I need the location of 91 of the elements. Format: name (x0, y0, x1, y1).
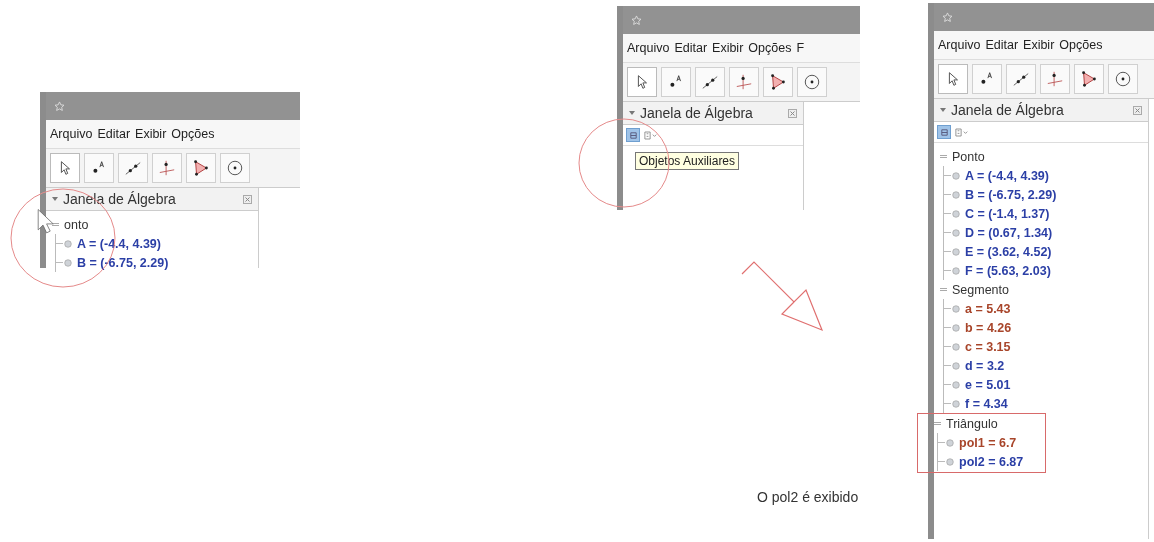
visibility-icon[interactable] (952, 399, 960, 408)
group-label: Ponto (952, 149, 985, 164)
perpendicular-tool-icon[interactable] (729, 67, 759, 97)
view-title: Janela de Álgebra (63, 191, 176, 207)
collapse-icon[interactable] (934, 420, 941, 427)
line-tool-icon[interactable] (695, 67, 725, 97)
visibility-icon[interactable] (952, 361, 960, 370)
menu-item[interactable]: Exibir (1023, 38, 1055, 52)
list-icon (628, 130, 638, 140)
auxiliary-objects-button[interactable] (937, 125, 951, 139)
object-value: A = (-4.4, 4.39) (77, 236, 161, 251)
perpendicular-tool-icon[interactable] (1040, 64, 1070, 94)
menu-item[interactable]: Exibir (135, 127, 167, 141)
menu-item[interactable]: Arquivo (938, 38, 981, 52)
visibility-icon[interactable] (952, 380, 960, 389)
object-value: c = 3.15 (965, 339, 1011, 354)
object-value: b = 4.26 (965, 320, 1012, 335)
line-tool-icon[interactable] (1006, 64, 1036, 94)
view-title: Janela de Álgebra (951, 102, 1064, 118)
tooltip: Objetos Auxiliares (635, 152, 740, 170)
object-value: pol2 = 6.87 (959, 454, 1024, 469)
visibility-icon[interactable] (952, 228, 960, 237)
collapse-icon[interactable] (52, 221, 59, 228)
polygon-tool-icon[interactable] (763, 67, 793, 97)
visibility-icon[interactable] (952, 266, 960, 275)
sort-button[interactable] (644, 130, 658, 140)
collapse-icon[interactable] (52, 196, 58, 202)
object-value: B = (-6.75, 2.29) (965, 187, 1057, 202)
visibility-icon[interactable] (946, 438, 954, 447)
collapse-icon[interactable] (940, 107, 946, 113)
close-icon[interactable] (1133, 105, 1142, 115)
point-tool-icon[interactable] (84, 153, 114, 183)
object-value: B = (-6.75, 2.29) (77, 255, 169, 270)
point-tool-icon[interactable] (972, 64, 1002, 94)
collapse-icon[interactable] (940, 286, 947, 293)
object-value: a = 5.43 (965, 301, 1011, 316)
object-value: f = 4.34 (965, 396, 1008, 411)
menu-item[interactable]: Opções (748, 41, 792, 55)
object-value: A = (-4.4, 4.39) (965, 168, 1049, 183)
menu-item[interactable]: Arquivo (50, 127, 93, 141)
object-value: d = 3.2 (965, 358, 1005, 373)
object-value: E = (3.62, 4.52) (965, 244, 1052, 259)
object-value: pol1 = 6.7 (959, 435, 1017, 450)
visibility-icon[interactable] (946, 457, 954, 466)
object-value: F = (5.63, 2.03) (965, 263, 1051, 278)
group-label: onto (64, 217, 89, 232)
visibility-icon[interactable] (952, 247, 960, 256)
pointer-tool-icon[interactable] (938, 64, 968, 94)
polygon-tool-icon[interactable] (186, 153, 216, 183)
menu-item[interactable]: Opções (171, 127, 215, 141)
visibility-icon[interactable] (64, 239, 72, 248)
visibility-icon[interactable] (952, 171, 960, 180)
circle-tool-icon[interactable] (220, 153, 250, 183)
caption: O pol2 é exibido (757, 489, 859, 505)
star-icon (54, 100, 65, 112)
visibility-icon[interactable] (952, 209, 960, 218)
circle-tool-icon[interactable] (797, 67, 827, 97)
pointer-tool-icon[interactable] (627, 67, 657, 97)
close-icon[interactable] (243, 194, 252, 204)
sort-button[interactable] (955, 127, 969, 137)
visibility-icon[interactable] (952, 323, 960, 332)
visibility-icon[interactable] (952, 304, 960, 313)
menu-item[interactable]: Editar (985, 38, 1019, 52)
menu-item[interactable]: Exibir (712, 41, 744, 55)
menu-item[interactable]: Opções (1059, 38, 1103, 52)
visibility-icon[interactable] (952, 190, 960, 199)
menu-item[interactable]: Arquivo (627, 41, 670, 55)
menu-item[interactable]: Editar (97, 127, 131, 141)
group-label: Triângulo (946, 416, 998, 431)
perpendicular-tool-icon[interactable] (152, 153, 182, 183)
visibility-icon[interactable] (64, 258, 72, 267)
star-icon (631, 14, 642, 26)
pointer-tool-icon[interactable] (50, 153, 80, 183)
star-icon (942, 11, 953, 23)
auxiliary-objects-button[interactable] (626, 128, 640, 142)
polygon-tool-icon[interactable] (1074, 64, 1104, 94)
collapse-icon[interactable] (940, 153, 947, 160)
circle-tool-icon[interactable] (1108, 64, 1138, 94)
visibility-icon[interactable] (952, 342, 960, 351)
view-title: Janela de Álgebra (640, 105, 753, 121)
menu-item[interactable]: F (796, 41, 805, 55)
close-icon[interactable] (788, 108, 797, 118)
object-value: D = (0.67, 1.34) (965, 225, 1053, 240)
menu-item[interactable]: Editar (674, 41, 708, 55)
group-label: Segmento (952, 282, 1009, 297)
object-value: C = (-1.4, 1.37) (965, 206, 1050, 221)
collapse-icon[interactable] (629, 110, 635, 116)
point-tool-icon[interactable] (661, 67, 691, 97)
line-tool-icon[interactable] (118, 153, 148, 183)
object-value: e = 5.01 (965, 377, 1011, 392)
list-icon (939, 127, 949, 137)
